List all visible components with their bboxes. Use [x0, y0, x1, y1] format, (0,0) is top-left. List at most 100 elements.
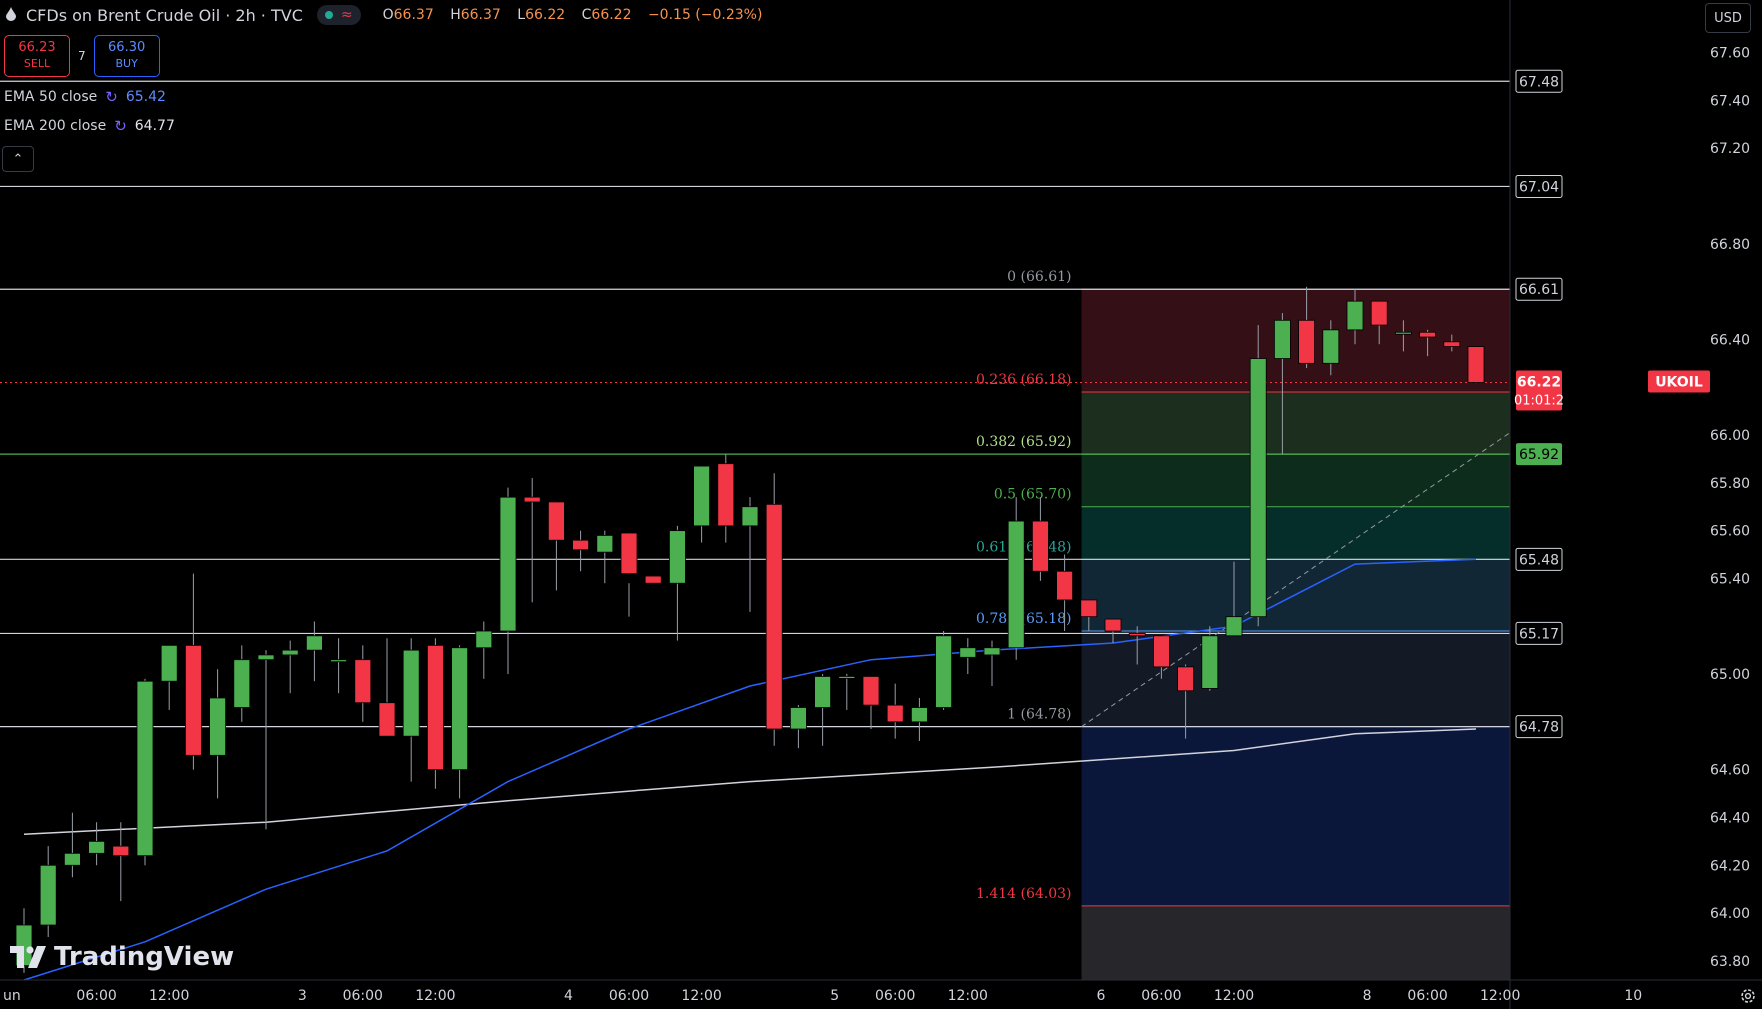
buy-price: 66.30 [108, 40, 146, 55]
candle [886, 683, 904, 739]
tradingview-logo: TradingView [10, 942, 234, 972]
tradingview-icon [10, 946, 46, 968]
time-tick-label: 8 [1363, 988, 1372, 1004]
candle-body [741, 506, 759, 527]
time-tick-label: un [3, 988, 21, 1004]
candle [790, 705, 807, 749]
buy-label: BUY [115, 57, 138, 70]
candle-body [1274, 319, 1291, 359]
candle-body [548, 501, 565, 541]
price-tick-label: 67.20 [1710, 141, 1750, 157]
market-status[interactable]: ≈ [316, 5, 361, 25]
indicator-ema200[interactable]: EMA 200 close ↻ 64.77 [4, 117, 175, 135]
candle [1467, 346, 1485, 383]
settings-gear-icon[interactable] [1739, 987, 1757, 1005]
price-line-badge-label: 67.48 [1519, 74, 1559, 90]
candle [862, 676, 880, 730]
candle [523, 478, 541, 603]
collapse-legend-button[interactable]: ⌃ [2, 146, 34, 172]
sell-button[interactable]: 66.23 SELL [4, 35, 70, 77]
fib-level-label: 0.5 (65.70) [994, 487, 1072, 503]
fib-level-label: 1 (64.78) [1007, 707, 1071, 723]
indicator-ema50[interactable]: EMA 50 close ↻ 65.42 [4, 88, 166, 106]
buy-button[interactable]: 66.30 BUY [93, 35, 160, 77]
price-tick-label: 67.60 [1710, 46, 1750, 62]
currency-button[interactable]: USD [1705, 3, 1751, 33]
candle [765, 473, 783, 746]
time-tick-label: 4 [564, 988, 573, 1004]
candle [693, 465, 710, 543]
candle-body [911, 707, 928, 723]
candle-body [88, 840, 105, 854]
time-tick-label: 06:00 [1407, 988, 1447, 1004]
candle [596, 530, 614, 584]
candle-body [184, 644, 202, 756]
candle [136, 678, 154, 866]
ohlc-high: 66.37 [460, 7, 501, 23]
fib-level-label: 0.382 (65.92) [976, 434, 1072, 450]
time-tick-label: 6 [1096, 988, 1105, 1004]
candle [209, 669, 227, 799]
ema50-value: 65.42 [125, 89, 166, 105]
candle-body [1225, 616, 1243, 637]
price-line-badge-label: 64.78 [1519, 720, 1559, 736]
price-tick-label: 64.20 [1710, 858, 1750, 874]
candle-body [1032, 520, 1049, 572]
price-line-badge-label: 65.48 [1519, 552, 1559, 568]
candle [983, 640, 1001, 686]
loading-icon: ↻ [114, 117, 127, 135]
candle-body [39, 864, 57, 926]
candle-body [451, 647, 469, 771]
candle [1201, 626, 1219, 691]
candle [717, 454, 735, 543]
candle-body [1080, 599, 1098, 618]
price-tick-label: 65.60 [1710, 524, 1750, 540]
candle-body [959, 647, 977, 658]
candle-body [402, 649, 420, 737]
candle [911, 697, 928, 741]
candle [935, 631, 952, 710]
candle-body [1201, 635, 1219, 689]
symbol-title[interactable]: CFDs on Brent Crude Oil · 2h · TVC [26, 6, 303, 25]
price-line-badge-label: 67.04 [1519, 179, 1559, 195]
oil-drop-icon [6, 7, 16, 21]
fib-zone [1081, 905, 1510, 980]
market-open-icon [324, 11, 333, 19]
time-tick-label: 06:00 [76, 988, 116, 1004]
candle [88, 822, 105, 866]
bar-countdown-label: 01:01:2 [1514, 393, 1564, 408]
candle-body [64, 852, 81, 866]
candle-body [523, 496, 541, 503]
ohlc-change: −0.15 (−0.23%) [647, 7, 763, 23]
candle [112, 822, 130, 902]
price-chart[interactable]: 0 (66.61) 0.236 (66.18) 0.382 (65.92) 0.5 (… [0, 0, 1762, 1009]
candle-body [717, 463, 735, 527]
fib-zone [1081, 392, 1510, 455]
price-line-badge-label: 65.17 [1519, 626, 1559, 642]
fib-zone [1081, 726, 1510, 906]
candle-body [838, 676, 856, 679]
candle-body [862, 676, 880, 706]
candle-body [1177, 666, 1194, 692]
candle-body [620, 532, 638, 575]
candle [475, 621, 493, 679]
fib-level-label: 1.414 (64.03) [976, 886, 1072, 902]
candle-body [233, 659, 251, 708]
candle-body [1370, 300, 1388, 326]
candle [281, 640, 299, 694]
candle [499, 487, 517, 675]
candle-body [886, 704, 904, 723]
candle-body [1443, 341, 1461, 347]
candle-body [1419, 331, 1436, 338]
price-line-badge-label: 65.92 [1519, 447, 1559, 463]
candle-body [1249, 358, 1267, 618]
ema200-value: 64.77 [134, 118, 175, 134]
spread-value: 7 [78, 49, 86, 63]
price-line-badge-label: 66.61 [1519, 282, 1559, 298]
candle [378, 638, 396, 737]
time-tick-label: 06:00 [609, 988, 649, 1004]
time-tick-label: 5 [830, 988, 839, 1004]
price-tick-label: 64.60 [1710, 763, 1750, 779]
candle-body [669, 530, 686, 584]
candle-body [1128, 633, 1146, 637]
